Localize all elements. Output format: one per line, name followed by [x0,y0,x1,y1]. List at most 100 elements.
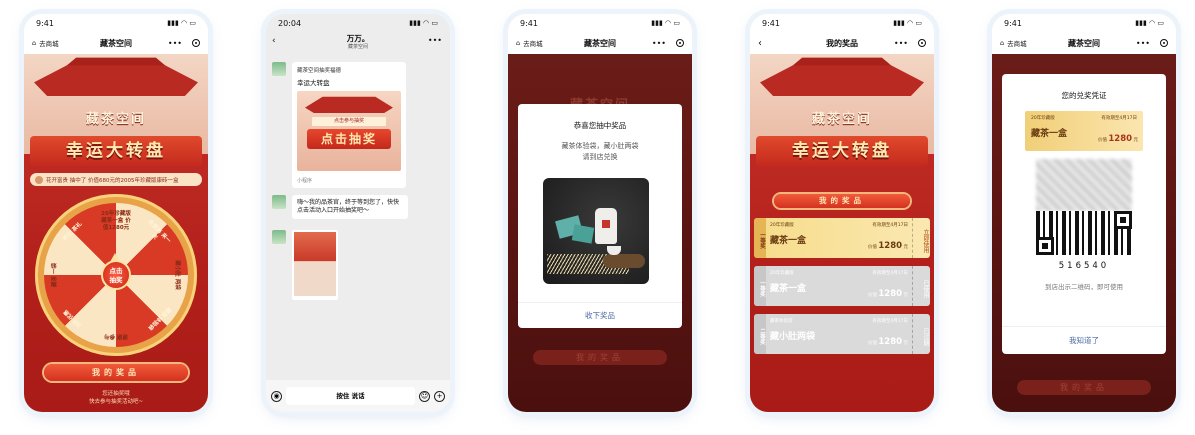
redeem-code: 516540 [1058,261,1110,271]
avatar [35,175,43,184]
section-title: 我的奖品 [774,194,910,208]
card-image: 点击参与抽奖 点击抽奖 [297,91,401,171]
close-miniapp-icon[interactable] [1160,39,1168,47]
phone-my-prizes: 9:41 ▮▮▮ ◠ ▭ ‹ 我的奖品 ••• 藏茶空间 幸运大转盘 我的奖品 … [750,14,934,412]
status-time: 9:41 [36,18,54,28]
dim-prizes-button: 我的奖品 [533,350,667,365]
status-time: 9:41 [762,18,780,28]
status-bar: 20:04 ▮▮▮ ◠ ▭ [266,14,450,32]
brand-title: 藏茶空间 [811,112,872,127]
more-icon[interactable]: ••• [428,37,442,45]
kettle [595,208,617,244]
hero-title: 幸运大转盘 [30,136,202,166]
status-badge: 已使用 [912,266,930,306]
more-icon[interactable]: ••• [1136,39,1150,48]
hold-to-talk-button[interactable]: 按住 说话 [286,387,415,405]
close-miniapp-icon[interactable] [676,39,684,47]
ticket-tag: 一等奖 [754,266,766,306]
card-sign: 点击参与抽奖 [312,117,386,126]
qr-code [1036,159,1132,255]
nav-bar: ⌂ 去商城 藏茶空间 ••• [992,32,1176,54]
voucher-ticket: 20年珍藏版 有效期至4月17日 藏茶一盒 价值 1280 元 [1025,111,1143,151]
avatar [272,230,286,244]
status-time: 9:41 [520,18,538,28]
ticket-price: 价值 1280 元 [867,241,908,251]
spin-button[interactable]: 点击 抽奖 [101,253,131,290]
chat-header: ‹ 万万。 藏茶空间 ••• [266,32,450,54]
emoji-icon[interactable]: ☺ [419,390,430,402]
footer-text: 您还抽奖哦 快去参与抽奖活动吧~ [88,391,144,405]
ticket-price: 价值 1280 元 [867,337,908,347]
voucher-note: 到店出示二维码，即可使用 [1045,283,1123,291]
got-it-button[interactable]: 我知道了 [1002,326,1166,354]
miniprogram-label: 小程序 [297,178,313,184]
close-miniapp-icon[interactable] [918,39,926,47]
plus-icon[interactable]: + [434,390,445,402]
prize-ticket[interactable]: 一等奖 20年珍藏版 有效期至4月17日 藏茶一盒 价值 1280 元 立即使用 [754,218,930,258]
chat-bubble: 嗨～我的品茶官，终于等到您了，快快点击活动入口开始抽奖吧～ [292,195,408,219]
status-bar: 9:41 ▮▮▮ ◠ ▭ [508,14,692,32]
modal-title: 恭喜您抽中奖品 [573,121,627,130]
prize-ticket: 二等奖 藏茶体验袋 有效期至4月17日 藏小肚两袋 价值 1280 元 已过期 [754,314,930,354]
home-icon: ⌂ [32,39,37,47]
signal-icons: ▮▮▮ ◠ ▭ [409,19,438,27]
voucher-modal: 您的兑奖凭证 20年珍藏版 有效期至4月17日 藏茶一盒 价值 1280 元 51… [1002,74,1166,354]
card-title: 幸运大转盘 [297,79,330,87]
voice-icon[interactable]: ◉ [271,390,282,402]
nav-bar: ⌂ 去商城 藏茶空间 ••• [508,32,692,54]
back-to-mall-button[interactable]: ⌂ 去商城 [1000,38,1027,48]
signal-icons: ▮▮▮ ◠ ▭ [651,19,680,27]
use-now-button[interactable]: 立即使用 [912,218,930,258]
status-bar: 9:41 ▮▮▮ ◠ ▭ [750,14,934,32]
ticket-tag: 一等奖 [754,218,766,258]
status-bar: 9:41 ▮▮▮ ◠ ▭ [992,14,1176,32]
roof [760,65,924,96]
chat-body: 藏茶空间抽奖福德 幸运大转盘 点击参与抽奖 点击抽奖 小程序 嗨～我的品茶官，终… [266,54,450,380]
phone-voucher: 9:41 ▮▮▮ ◠ ▭ ⌂ 去商城 藏茶空间 ••• 我的奖品 您的兑奖凭证 2… [992,14,1176,412]
card-cta: 点击抽奖 [307,129,391,149]
phone-chat: 20:04 ▮▮▮ ◠ ▭ ‹ 万万。 藏茶空间 ••• 藏茶空间抽奖福德 幸运… [266,14,450,412]
image-message[interactable] [292,230,338,300]
home-icon: ⌂ [1000,39,1005,47]
prize-ticket: 一等奖 20年珍藏版 有效期至4月17日 藏茶一盒 价值 1280 元 已使用 [754,266,930,306]
back-icon[interactable]: ‹ [272,37,276,46]
wheel-rim: 20年珍藏版 藏茶一盒 价值1280元 免费再 来一次 藏小肚 两袋 藏茶 体验… [35,194,197,356]
my-prizes-button[interactable]: 我的奖品 [44,364,188,381]
ticket-price: 价值 1280 元 [1097,134,1138,144]
more-icon[interactable]: ••• [894,39,908,48]
ticket-price: 价值 1280 元 [867,289,908,299]
prize-image [543,178,649,284]
status-time: 20:04 [278,18,302,28]
ticket-tag: 二等奖 [754,314,766,354]
accept-prize-button[interactable]: 收下奖品 [518,302,682,328]
modal-desc: 藏茶体验袋，藏小肚两袋 请到店兑换 [561,142,639,161]
miniprogram-card[interactable]: 藏茶空间抽奖福德 幸运大转盘 点击参与抽奖 点击抽奖 小程序 [292,62,406,188]
hero-title: 幸运大转盘 [756,136,928,166]
back-to-mall-button[interactable]: ⌂ 去商城 [516,38,543,48]
voucher-title: 您的兑奖凭证 [1061,91,1107,100]
signal-icons: ▮▮▮ ◠ ▭ [893,19,922,27]
back-to-mall-button[interactable]: ⌂ 去商城 [32,38,59,48]
chat-subtitle: 藏茶空间 [347,44,368,50]
more-icon[interactable]: ••• [652,39,666,48]
phone-prize-modal: 9:41 ▮▮▮ ◠ ▭ ⌂去商城 藏茶空间 ••• 藏茶空间 我的奖品 恭喜您… [508,14,692,412]
home-icon: ⌂ [516,39,521,47]
nav-bar: ⌂ 去商城 藏茶空间 ••• [24,32,208,54]
status-time: 9:41 [1004,18,1022,28]
signal-icons: ▮▮▮ ◠ ▭ [167,19,196,27]
more-icon[interactable]: ••• [168,39,182,48]
status-badge: 已过期 [912,314,930,354]
brand-title: 藏茶空间 [85,112,146,127]
avatar [272,195,286,209]
dim-prizes-button: 我的奖品 [1017,380,1151,395]
roof [305,96,393,113]
back-icon[interactable]: ‹ [758,38,762,49]
input-bar: ◉ 按住 说话 ☺ + [266,380,450,412]
status-bar: 9:41 ▮▮▮ ◠ ▭ [24,14,208,32]
chat-title: 万万。 [346,34,370,43]
phone-wheel: 9:41 ▮▮▮ ◠ ▭ ⌂ 去商城 藏茶空间 ••• 藏茶空间 幸运大转盘 花开… [24,14,208,412]
signal-icons: ▮▮▮ ◠ ▭ [1135,19,1164,27]
screenshot-thumb [294,232,336,296]
card-source: 藏茶空间抽奖福德 [297,68,342,74]
close-miniapp-icon[interactable] [192,39,200,47]
